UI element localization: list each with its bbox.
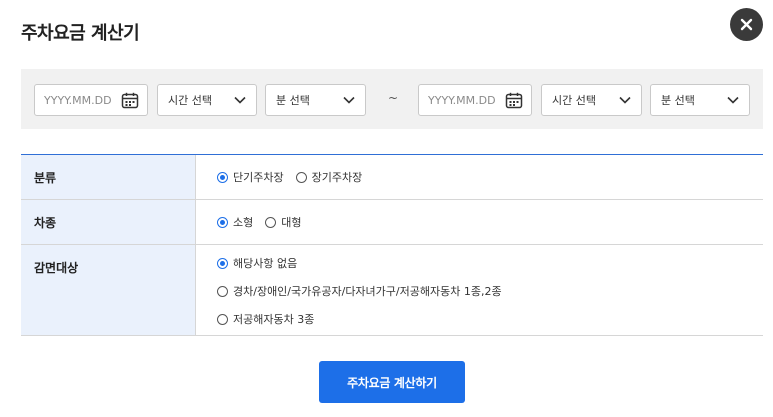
calculate-button[interactable]: 주차요금 계산하기 [319,361,465,403]
calendar-icon[interactable] [120,91,140,109]
date-range-separator: ~ [388,91,399,105]
radio-button-checked[interactable] [217,216,228,228]
radio-button[interactable] [217,313,228,325]
start-hour-select-value: 시간 선택 [168,94,212,107]
end-date-placeholder: YYYY.MM.DD [428,93,496,107]
chevron-down-icon [726,95,740,105]
radio-button[interactable] [265,216,277,228]
category-row: 분류 단기주차장 장기주차장 [21,155,763,200]
category-label: 분류 [21,155,196,199]
radio-button-checked[interactable] [217,171,228,183]
start-date-placeholder: YYYY.MM.DD [44,93,112,107]
calendar-icon[interactable] [504,91,524,109]
end-hour-select-value: 시간 선택 [552,94,596,107]
radio-option-large[interactable]: 대형 [265,214,302,230]
dialog-title: 주차요금 계산기 [21,23,140,44]
start-date-field[interactable]: YYYY.MM.DD [34,84,148,116]
date-range-bar: YYYY.MM.DD 시간 선택 분 선택 ~ YYYY.MM.DD 시간 선택… [21,69,763,129]
chevron-down-icon [342,95,356,105]
radio-label: 장기주차장 [311,171,363,184]
radio-option-eligible-group[interactable]: 경차/장애인/국가유공자/다자녀가구/저공해자동차 1종,2종 [217,284,751,298]
radio-label: 경차/장애인/국가유공자/다자녀가구/저공해자동차 1종,2종 [233,285,502,298]
close-icon [740,18,753,31]
vehicle-row: 차종 소형 대형 [21,200,763,245]
discount-row: 감면대상 해당사항 없음 경차/장애인/국가유공자/다자녀가구/저공해자동차 1… [21,245,763,336]
discount-label: 감면대상 [21,245,196,335]
chevron-down-icon [233,95,247,105]
radio-label: 대형 [281,216,302,229]
category-options: 단기주차장 장기주차장 [196,155,763,199]
vehicle-label: 차종 [21,200,196,244]
radio-label: 해당사항 없음 [233,257,298,270]
radio-button-checked[interactable] [217,257,228,269]
radio-option-short-term[interactable]: 단기주차장 [217,169,284,185]
start-minute-select-value: 분 선택 [276,94,310,107]
radio-option-none[interactable]: 해당사항 없음 [217,256,751,270]
radio-label: 저공해자동차 3종 [233,313,315,326]
chevron-down-icon [618,95,632,105]
vehicle-options: 소형 대형 [196,200,763,244]
options-table: 분류 단기주차장 장기주차장 차종 소형 대형 감면대상 해당사항 없음 경차/… [21,154,763,336]
end-date-field[interactable]: YYYY.MM.DD [418,84,532,116]
discount-options: 해당사항 없음 경차/장애인/국가유공자/다자녀가구/저공해자동차 1종,2종 … [196,245,763,335]
end-minute-select[interactable]: 분 선택 [650,84,750,116]
radio-button[interactable] [217,285,228,297]
radio-option-long-term[interactable]: 장기주차장 [295,169,363,185]
start-minute-select[interactable]: 분 선택 [265,84,366,116]
radio-button[interactable] [295,171,307,183]
radio-label: 소형 [233,216,254,229]
radio-option-low-emission-3[interactable]: 저공해자동차 3종 [217,312,751,326]
start-hour-select[interactable]: 시간 선택 [157,84,257,116]
radio-label: 단기주차장 [233,171,284,184]
end-minute-select-value: 분 선택 [661,94,695,107]
close-button[interactable] [730,8,763,41]
end-hour-select[interactable]: 시간 선택 [541,84,642,116]
radio-option-small[interactable]: 소형 [217,214,253,230]
